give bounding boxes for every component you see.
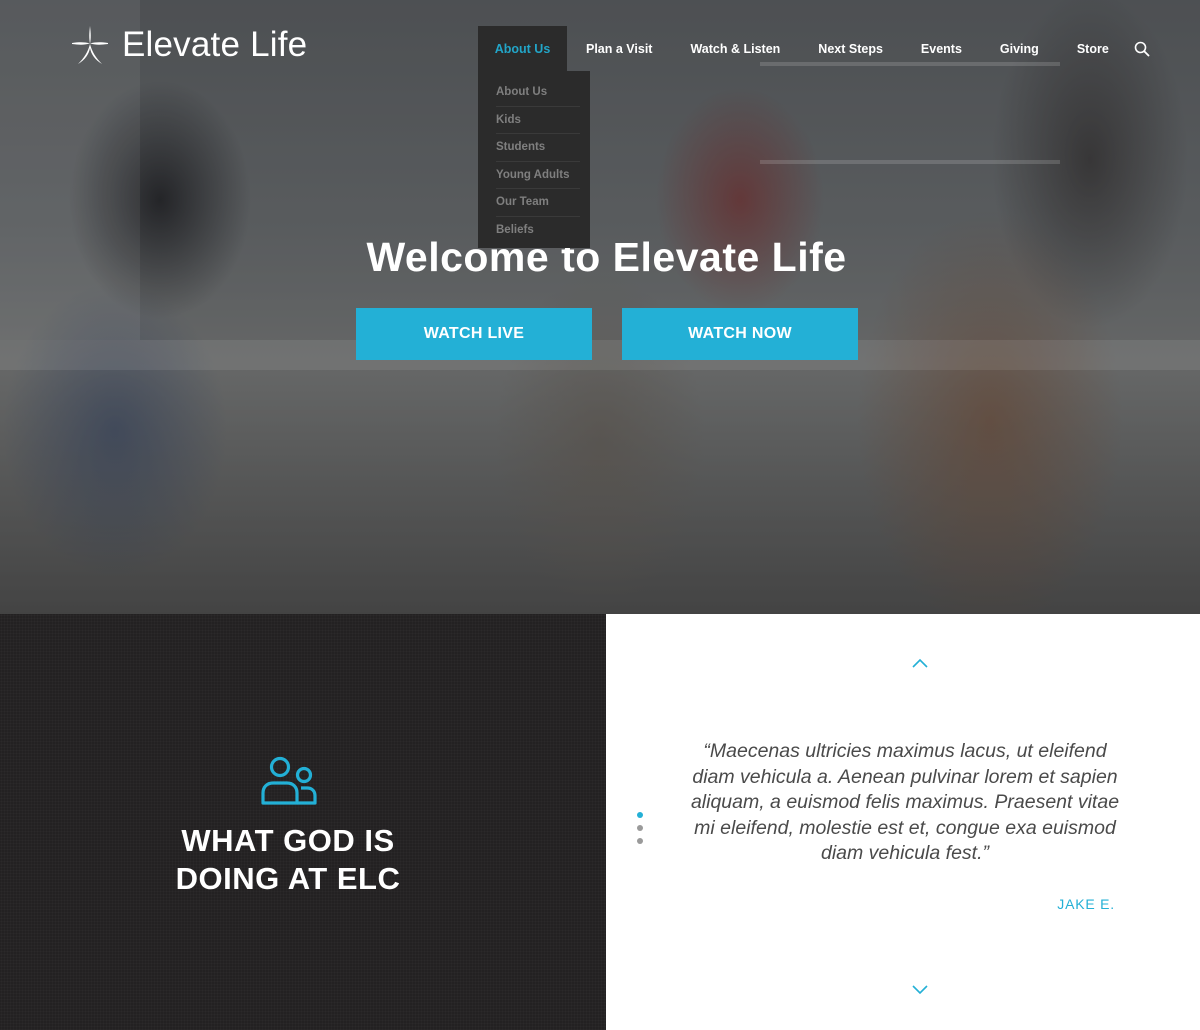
background-couch bbox=[0, 340, 1200, 370]
dropdown-item-about-us[interactable]: About Us bbox=[496, 79, 580, 107]
testimonial-quote: “Maecenas ultricies maximus lacus, ut el… bbox=[690, 740, 1120, 865]
section-title: WHAT GOD IS DOING AT ELC bbox=[0, 822, 576, 898]
pagination-dot-3[interactable] bbox=[637, 838, 643, 844]
dropdown-item-kids[interactable]: Kids bbox=[496, 107, 580, 134]
cross-logo-icon bbox=[72, 26, 108, 64]
watch-now-button[interactable]: WATCH NOW bbox=[622, 308, 858, 360]
nav-watch-listen[interactable]: Watch & Listen bbox=[671, 26, 799, 71]
dropdown-item-beliefs[interactable]: Beliefs bbox=[496, 217, 580, 245]
main-nav: About Us Plan a Visit Watch & Listen Nex… bbox=[478, 26, 1150, 71]
section-title-line2: DOING AT ELC bbox=[175, 861, 401, 896]
nav-plan-a-visit[interactable]: Plan a Visit bbox=[567, 26, 671, 71]
pagination-dot-1[interactable] bbox=[637, 812, 643, 818]
chevron-up-icon[interactable] bbox=[911, 657, 929, 669]
nav-events[interactable]: Events bbox=[902, 26, 981, 71]
pagination-dot-2[interactable] bbox=[637, 825, 643, 831]
site-logo[interactable]: Elevate Life bbox=[70, 24, 307, 66]
watch-live-button[interactable]: WATCH LIVE bbox=[356, 308, 592, 360]
search-icon[interactable] bbox=[1134, 41, 1150, 57]
dropdown-item-students[interactable]: Students bbox=[496, 134, 580, 162]
hero-title: Welcome to Elevate Life bbox=[366, 234, 847, 280]
nav-about-us[interactable]: About Us bbox=[478, 26, 567, 71]
background-shelf bbox=[760, 160, 1060, 164]
people-icon bbox=[261, 756, 317, 805]
nav-giving[interactable]: Giving bbox=[981, 26, 1058, 71]
brand-name: Elevate Life bbox=[122, 25, 308, 64]
dropdown-item-young-adults[interactable]: Young Adults bbox=[496, 162, 580, 189]
hero-banner bbox=[0, 0, 1200, 614]
section-title-line1: WHAT GOD IS bbox=[181, 823, 395, 858]
about-us-dropdown: About Us Kids Students Young Adults Our … bbox=[478, 71, 590, 248]
dropdown-item-our-team[interactable]: Our Team bbox=[496, 189, 580, 217]
chevron-down-icon[interactable] bbox=[911, 984, 929, 996]
testimonial-pagination bbox=[637, 812, 643, 851]
nav-store[interactable]: Store bbox=[1058, 26, 1128, 71]
testimonial-author: JAKE E. bbox=[1057, 896, 1115, 912]
nav-next-steps[interactable]: Next Steps bbox=[799, 26, 902, 71]
